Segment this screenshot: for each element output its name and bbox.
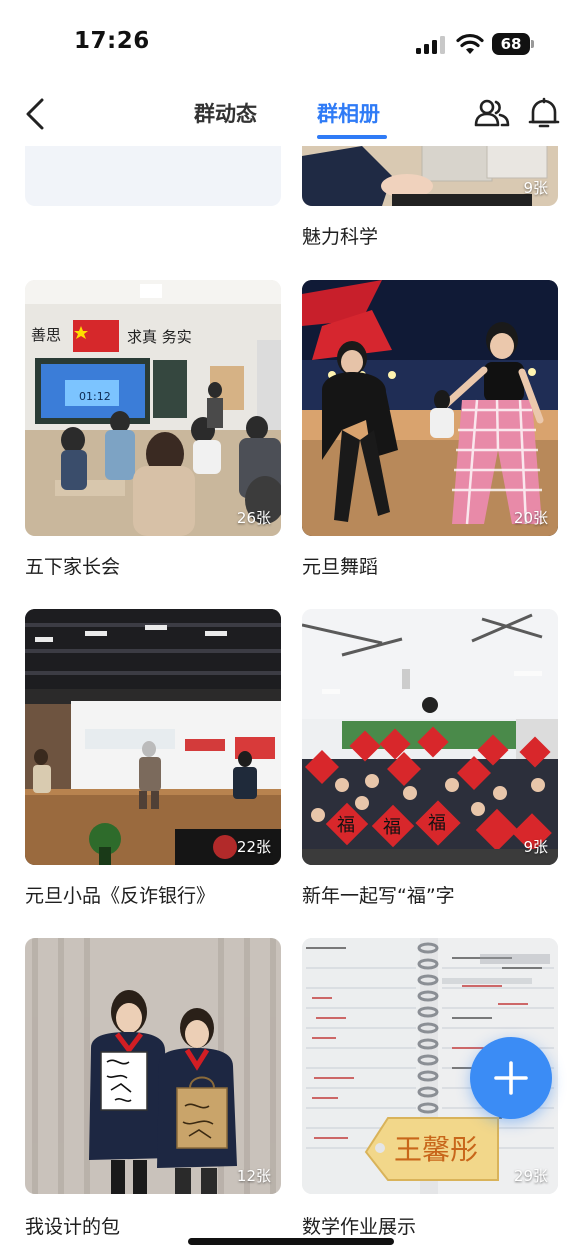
signal-icon (416, 36, 445, 54)
svg-text:善思: 善思 (31, 326, 61, 344)
album-photo-count: 29张 (513, 1167, 548, 1185)
members-icon[interactable] (474, 98, 510, 128)
add-icon (494, 1061, 528, 1095)
battery-indicator: 68 (492, 33, 534, 55)
fu-character: 福 (428, 813, 446, 834)
fu-character: 福 (337, 815, 355, 836)
back-icon[interactable] (20, 96, 52, 132)
album-title: 元旦舞蹈 (302, 556, 379, 578)
active-tab-indicator (317, 135, 387, 139)
album-photo-count: 26张 (236, 509, 271, 527)
status-bar: 17:26 68 (0, 0, 580, 86)
album-photo-count: 20张 (513, 509, 548, 527)
album-thumbnail[interactable]: 22张 (25, 609, 281, 865)
album-card[interactable]: 12张 我设计的包 (25, 938, 281, 1248)
album-title: 五下家长会 (25, 556, 121, 578)
svg-text:求真 务实: 求真 务实 (127, 328, 192, 346)
album-photo-count: 9张 (523, 838, 548, 856)
tab-group-album[interactable]: 群相册 (317, 98, 380, 128)
tab-group-dynamics[interactable]: 群动态 (194, 98, 257, 128)
album-card[interactable] (25, 146, 281, 206)
status-time: 17:26 (74, 28, 150, 54)
album-title: 元旦小品《反诈银行》 (25, 885, 216, 907)
album-thumbnail[interactable]: 12张 (25, 938, 281, 1194)
album-thumbnail[interactable]: 9张 (302, 146, 558, 206)
album-card[interactable]: 22张 元旦小品《反诈银行》 (25, 609, 281, 919)
album-thumbnail[interactable]: 福 福 福 9张 (302, 609, 558, 865)
nav-bar: 群动态 群相册 (0, 86, 580, 146)
wifi-icon (456, 33, 484, 54)
battery-level: 68 (500, 35, 522, 53)
bell-icon[interactable] (528, 96, 560, 130)
album-thumbnail[interactable]: 善思 求真 务实 01:12 26张 (25, 280, 281, 536)
classroom-screen-text: 01:12 (79, 390, 111, 403)
fu-character: 福 (383, 817, 401, 838)
album-photo-count: 9张 (523, 179, 548, 197)
album-photo-count: 12张 (236, 1167, 271, 1185)
album-thumbnail[interactable]: 20张 (302, 280, 558, 536)
album-title: 新年一起写“福”字 (302, 885, 455, 907)
name-tag-text: 王馨彤 (394, 1133, 478, 1166)
album-thumbnail[interactable] (25, 146, 281, 206)
album-card[interactable]: 善思 求真 务实 01:12 26张 五下家长会 (25, 280, 281, 590)
album-title: 我设计的包 (25, 1216, 121, 1238)
album-card[interactable]: 福 福 福 9张 新年一起写“福”字 (302, 609, 558, 919)
album-title: 数学作业展示 (302, 1216, 417, 1238)
album-title: 魅力科学 (302, 226, 379, 248)
album-card[interactable]: 20张 元旦舞蹈 (302, 280, 558, 590)
album-photo-count: 22张 (236, 838, 271, 856)
album-card[interactable]: 9张 魅力科学 (302, 146, 558, 256)
add-photo-button[interactable] (470, 1037, 552, 1119)
home-indicator[interactable] (188, 1238, 394, 1245)
